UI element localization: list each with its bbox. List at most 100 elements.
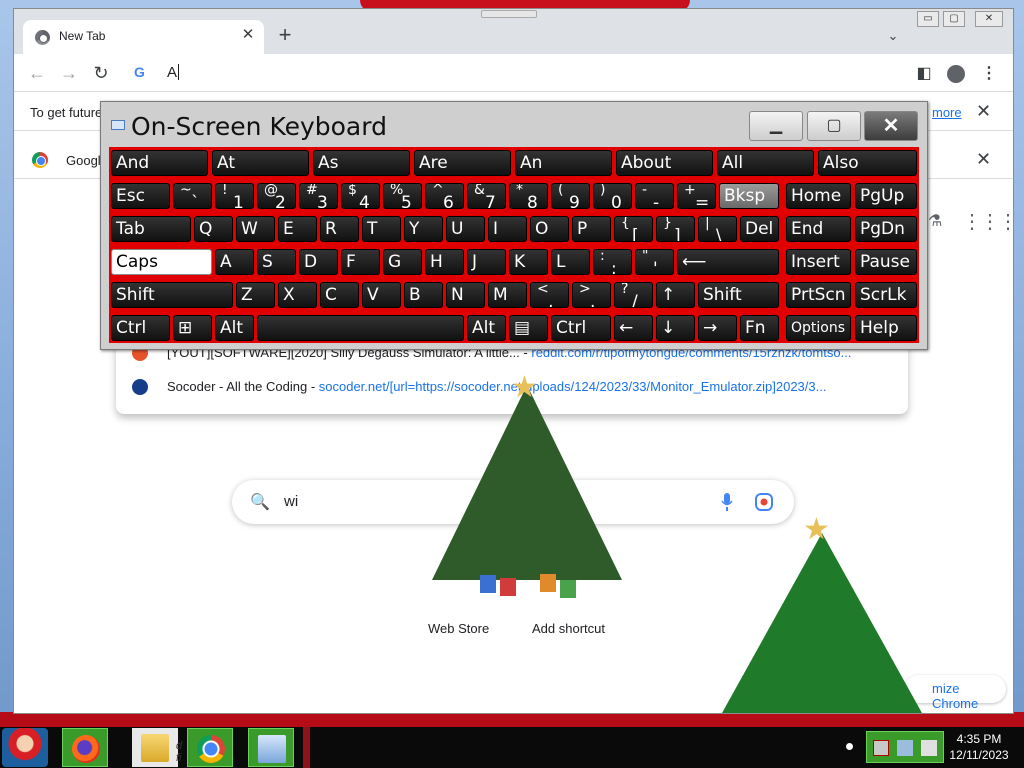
- taskbar-explorer[interactable]: d fi: [132, 728, 182, 767]
- windows-logo-icon[interactable]: ⊞: [173, 315, 212, 341]
- taskbar-osk[interactable]: [248, 728, 294, 767]
- key-pgup[interactable]: PgUp: [855, 183, 917, 209]
- info-bar-close-icon[interactable]: ✕: [976, 101, 991, 122]
- google-lens-icon[interactable]: [754, 492, 774, 512]
- key-r[interactable]: R: [320, 216, 359, 242]
- prediction-key[interactable]: An: [515, 150, 612, 176]
- shortcut-web-store[interactable]: Web Store: [428, 621, 489, 636]
- key-w[interactable]: W: [236, 216, 275, 242]
- microphone-icon[interactable]: [720, 492, 734, 512]
- google-apps-icon[interactable]: ⋮⋮⋮: [962, 209, 1018, 234]
- chrome-menu-icon[interactable]: ⋮: [978, 63, 1000, 85]
- key-8[interactable]: * 8: [509, 183, 548, 209]
- key-p[interactable]: P: [572, 216, 611, 242]
- key-caps[interactable]: Caps: [111, 249, 212, 275]
- key-l[interactable]: L: [551, 249, 590, 275]
- key-comma[interactable]: <,: [530, 282, 569, 308]
- key-quote[interactable]: " ': [635, 249, 674, 275]
- key-open-bracket[interactable]: {[: [614, 216, 653, 242]
- osk-close-button[interactable]: ✕: [864, 111, 918, 141]
- volume-icon[interactable]: [921, 740, 937, 756]
- key-h[interactable]: H: [425, 249, 464, 275]
- google-info-bar-close-icon[interactable]: ✕: [976, 149, 991, 170]
- prediction-key[interactable]: Are: [414, 150, 511, 176]
- key-y[interactable]: Y: [404, 216, 443, 242]
- key-x[interactable]: X: [278, 282, 317, 308]
- shortcut-add[interactable]: Add shortcut: [532, 621, 605, 636]
- key-down-arrow[interactable]: ↓: [656, 315, 695, 341]
- osk-maximize-button[interactable]: ▢: [807, 111, 861, 141]
- key-4[interactable]: $4: [341, 183, 380, 209]
- key-prtscn[interactable]: PrtScn: [786, 282, 851, 308]
- start-button[interactable]: [2, 728, 48, 767]
- key-z[interactable]: Z: [236, 282, 275, 308]
- key-slash[interactable]: ? /: [614, 282, 653, 308]
- prediction-key[interactable]: All: [717, 150, 814, 176]
- key-9[interactable]: (9: [551, 183, 590, 209]
- system-clock[interactable]: 4:35 PM 12/11/2023: [946, 731, 1012, 763]
- key-equals[interactable]: + =: [677, 183, 716, 209]
- window-close-button[interactable]: ✕: [975, 11, 1003, 27]
- key-d[interactable]: D: [299, 249, 338, 275]
- key-1[interactable]: ! 1: [215, 183, 254, 209]
- taskbar-firefox[interactable]: [62, 728, 108, 767]
- key-left-arrow[interactable]: ←: [614, 315, 653, 341]
- osk-minimize-button[interactable]: ▁: [749, 111, 803, 141]
- back-icon[interactable]: ←: [26, 62, 48, 84]
- key-c[interactable]: C: [320, 282, 359, 308]
- key-v[interactable]: V: [362, 282, 401, 308]
- key-esc[interactable]: Esc: [111, 183, 170, 209]
- key-semicolon[interactable]: :;: [593, 249, 632, 275]
- profile-button[interactable]: [945, 63, 967, 85]
- security-alert-icon[interactable]: [873, 740, 889, 756]
- window-drag-handle[interactable]: [481, 10, 537, 18]
- key-f[interactable]: F: [341, 249, 380, 275]
- ntp-search-input[interactable]: wi: [284, 493, 298, 510]
- forward-icon[interactable]: →: [58, 62, 80, 84]
- key-options[interactable]: Options: [786, 315, 851, 341]
- taskbar-chrome[interactable]: [187, 728, 233, 767]
- key-shift-left[interactable]: Shift: [111, 282, 233, 308]
- key-ctrl-left[interactable]: Ctrl: [111, 315, 170, 341]
- tab-new-tab[interactable]: New Tab ✕: [23, 20, 264, 54]
- tab-search-icon[interactable]: ⌄: [882, 25, 904, 47]
- key-backslash[interactable]: | \: [698, 216, 737, 242]
- key-3[interactable]: #3: [299, 183, 338, 209]
- key-home[interactable]: Home: [786, 183, 851, 209]
- key-0[interactable]: ) 0: [593, 183, 632, 209]
- key-e[interactable]: E: [278, 216, 317, 242]
- key-del[interactable]: Del: [740, 216, 779, 242]
- prediction-key[interactable]: At: [212, 150, 309, 176]
- prediction-key[interactable]: As: [313, 150, 410, 176]
- key-end[interactable]: End: [786, 216, 851, 242]
- window-minimize-button[interactable]: ▭: [917, 11, 939, 27]
- prediction-key[interactable]: Also: [818, 150, 917, 176]
- key-j[interactable]: J: [467, 249, 506, 275]
- key-pgdn[interactable]: PgDn: [855, 216, 917, 242]
- key-alt-left[interactable]: Alt: [215, 315, 254, 341]
- key-fn[interactable]: Fn: [740, 315, 779, 341]
- key-i[interactable]: I: [488, 216, 527, 242]
- key-alt-right[interactable]: Alt: [467, 315, 506, 341]
- key-6[interactable]: ^ 6: [425, 183, 464, 209]
- key-minus[interactable]: --: [635, 183, 674, 209]
- key-period[interactable]: >.: [572, 282, 611, 308]
- key-tab[interactable]: Tab: [111, 216, 191, 242]
- network-icon[interactable]: [897, 740, 913, 756]
- key-up-arrow[interactable]: ↑: [656, 282, 695, 308]
- window-maximize-button[interactable]: ▢: [943, 11, 965, 27]
- key-q[interactable]: Q: [194, 216, 233, 242]
- key-right-arrow[interactable]: →: [698, 315, 737, 341]
- key-space[interactable]: [257, 315, 464, 341]
- key-help[interactable]: Help: [855, 315, 917, 341]
- prediction-key[interactable]: About: [616, 150, 713, 176]
- key-ctrl-right[interactable]: Ctrl: [551, 315, 611, 341]
- key-scrlk[interactable]: ScrLk: [855, 282, 917, 308]
- prediction-key[interactable]: And: [111, 150, 208, 176]
- key-s[interactable]: S: [257, 249, 296, 275]
- key-t[interactable]: T: [362, 216, 401, 242]
- key-b[interactable]: B: [404, 282, 443, 308]
- key-u[interactable]: U: [446, 216, 485, 242]
- omnibox-input[interactable]: A: [167, 64, 179, 81]
- key-n[interactable]: N: [446, 282, 485, 308]
